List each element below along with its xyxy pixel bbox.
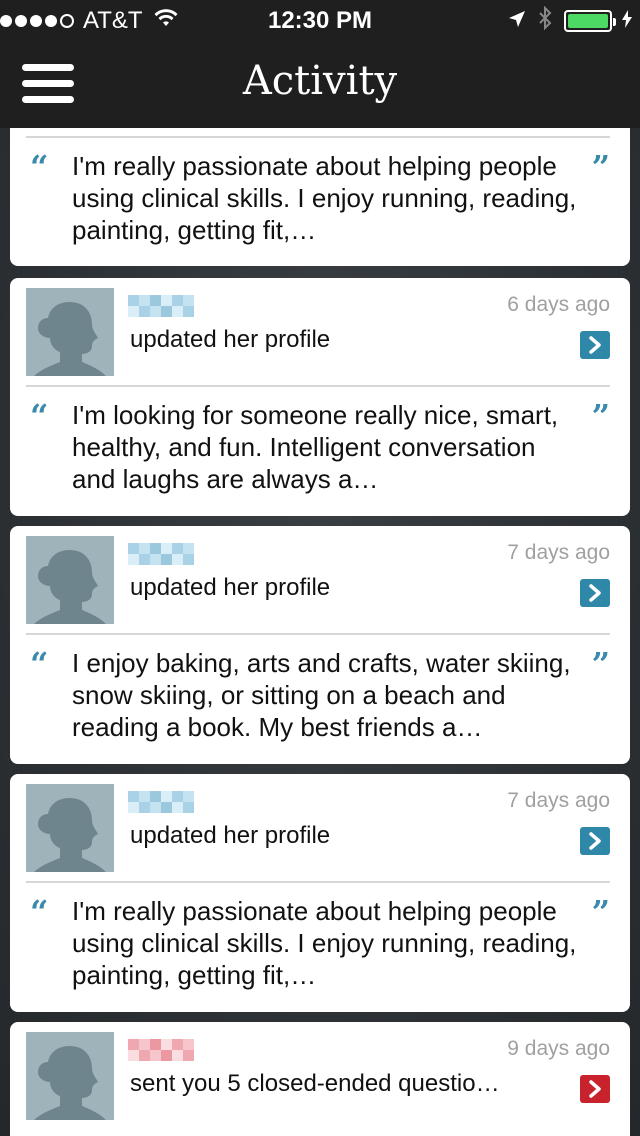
blurred-username bbox=[128, 295, 194, 317]
avatar[interactable] bbox=[26, 536, 114, 624]
silhouette-icon bbox=[26, 784, 114, 872]
nav-bar: Activity bbox=[0, 40, 640, 128]
open-quote-icon: “ bbox=[30, 645, 49, 683]
timestamp: 6 days ago bbox=[507, 293, 610, 316]
charging-bolt-icon bbox=[622, 7, 632, 35]
quote-text: I enjoy baking, arts and crafts, water s… bbox=[72, 648, 571, 742]
activity-card[interactable]: 9 days ago sent you 5 closed-ended quest… bbox=[10, 1022, 630, 1136]
silhouette-icon bbox=[26, 288, 114, 376]
avatar[interactable] bbox=[26, 1032, 114, 1120]
quote-text: I'm looking for someone really nice, sma… bbox=[72, 400, 559, 494]
status-bar: AT&T 12:30 PM bbox=[0, 0, 640, 40]
timestamp: 7 days ago bbox=[507, 541, 610, 564]
activity-card[interactable]: 6 days ago updated her profile “ I'm loo… bbox=[10, 278, 630, 516]
activity-feed[interactable]: “ I'm really passionate about helping pe… bbox=[0, 128, 640, 1136]
activity-description: updated her profile bbox=[130, 822, 331, 849]
quote-block: “ I'm looking for someone really nice, s… bbox=[10, 387, 630, 517]
bluetooth-icon bbox=[538, 5, 552, 37]
quote-text: I'm really passionate about helping peop… bbox=[72, 151, 577, 245]
chevron-right-icon[interactable] bbox=[580, 827, 610, 855]
timestamp: 9 days ago bbox=[507, 1037, 610, 1060]
open-quote-icon: “ bbox=[30, 148, 49, 186]
activity-card[interactable]: 7 days ago updated her profile “ I enjoy… bbox=[10, 526, 630, 764]
location-arrow-icon bbox=[508, 7, 526, 35]
card-header: 7 days ago updated her profile bbox=[10, 526, 630, 633]
card-header: 7 days ago updated her profile bbox=[10, 774, 630, 881]
silhouette-icon bbox=[26, 1032, 114, 1120]
close-quote-icon: ” bbox=[591, 148, 610, 186]
chevron-right-icon[interactable] bbox=[580, 579, 610, 607]
open-quote-icon: “ bbox=[30, 397, 49, 435]
avatar[interactable] bbox=[26, 288, 114, 376]
activity-description: updated her profile bbox=[130, 326, 331, 353]
open-quote-icon: “ bbox=[30, 893, 49, 931]
quote-block: “ I'm really passionate about helping pe… bbox=[10, 138, 630, 268]
quote-block: “ I'm really passionate about helping pe… bbox=[10, 883, 630, 1013]
card-header: 9 days ago sent you 5 closed-ended quest… bbox=[10, 1022, 630, 1129]
chevron-right-icon[interactable] bbox=[580, 331, 610, 359]
activity-description: sent you 5 closed-ended questio… bbox=[130, 1070, 500, 1097]
blurred-username bbox=[128, 791, 194, 813]
activity-description: updated her profile bbox=[130, 574, 331, 601]
blurred-username bbox=[128, 1039, 194, 1061]
battery-icon bbox=[564, 10, 616, 32]
page-title: Activity bbox=[242, 58, 398, 104]
activity-card[interactable]: 7 days ago updated her profile “ I'm rea… bbox=[10, 774, 630, 1012]
card-header: 6 days ago updated her profile bbox=[10, 278, 630, 385]
avatar[interactable] bbox=[26, 784, 114, 872]
timestamp: 7 days ago bbox=[507, 789, 610, 812]
close-quote-icon: ” bbox=[591, 397, 610, 435]
activity-card[interactable]: “ I'm really passionate about helping pe… bbox=[10, 128, 630, 266]
status-right bbox=[508, 5, 632, 37]
blurred-username bbox=[128, 543, 194, 565]
close-quote-icon: ” bbox=[591, 893, 610, 931]
chevron-right-icon[interactable] bbox=[580, 1075, 610, 1103]
quote-text: I'm really passionate about helping peop… bbox=[72, 896, 577, 990]
silhouette-icon bbox=[26, 536, 114, 624]
close-quote-icon: ” bbox=[591, 645, 610, 683]
quote-block: “ I enjoy baking, arts and crafts, water… bbox=[10, 635, 630, 765]
